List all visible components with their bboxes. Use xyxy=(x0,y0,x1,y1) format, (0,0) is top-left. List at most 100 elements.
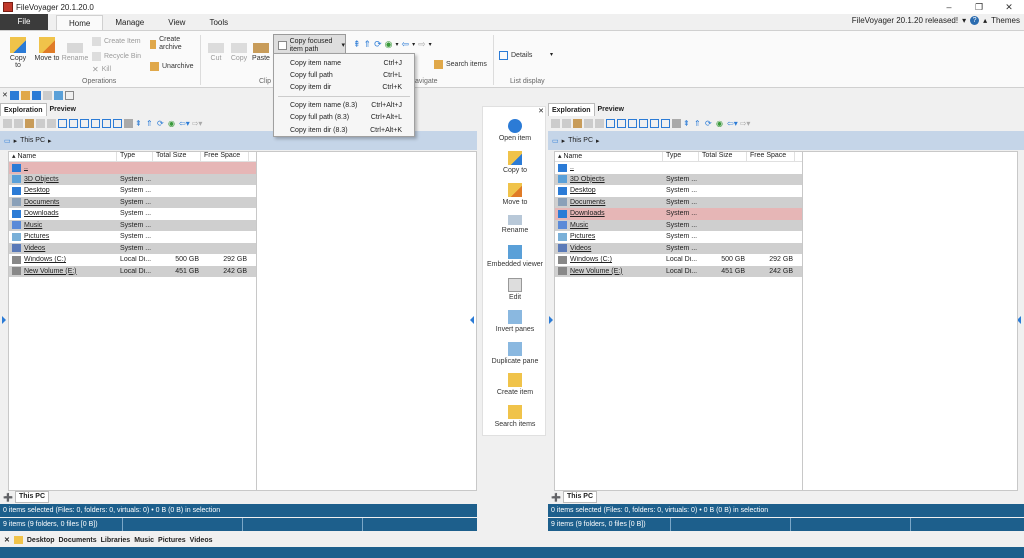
maximize-button[interactable]: ❐ xyxy=(964,0,994,14)
gallery-icon[interactable] xyxy=(53,90,63,100)
menu-copy-item-name-83[interactable]: Copy item name (8.3) Ctrl+Alt+J xyxy=(274,99,414,111)
tab-file[interactable]: File xyxy=(0,14,48,30)
copy-icon[interactable] xyxy=(14,119,23,128)
chevron-down-icon[interactable]: ▾ xyxy=(396,41,399,48)
view-content-icon[interactable] xyxy=(113,119,122,128)
monitor-icon[interactable] xyxy=(31,90,41,100)
menu-copy-full-path-83[interactable]: Copy full path (8.3) Ctrl+Alt+L xyxy=(274,112,414,124)
view-thumbnails-icon[interactable] xyxy=(102,119,111,128)
forward-arrow-icon[interactable]: ⇨▾ xyxy=(192,119,203,128)
view-icons-icon[interactable] xyxy=(639,119,648,128)
column-type[interactable]: Type xyxy=(117,152,153,161)
table-row[interactable]: .. xyxy=(555,162,802,174)
tab-view[interactable]: View xyxy=(156,15,197,30)
copy-to-button[interactable]: Copy to xyxy=(6,37,30,69)
view-details-icon[interactable] xyxy=(617,119,626,128)
right-list-empty-area[interactable] xyxy=(803,151,1018,491)
table-row[interactable]: 3D Objects System ... xyxy=(555,173,802,185)
menu-copy-full-path[interactable]: Copy full path Ctrl+L xyxy=(274,69,414,81)
bookmark-desktop[interactable]: Desktop xyxy=(27,537,55,544)
view-list-icon[interactable] xyxy=(58,119,67,128)
unarchive-button[interactable]: Unarchive xyxy=(150,62,194,71)
chevron-down-icon[interactable]: ▾ xyxy=(962,16,966,25)
table-row[interactable]: Pictures System ... xyxy=(9,231,256,243)
delete-icon[interactable] xyxy=(3,119,12,128)
document-icon[interactable] xyxy=(42,90,52,100)
view-content-icon[interactable] xyxy=(661,119,670,128)
tab-exploration[interactable]: Exploration xyxy=(0,103,47,116)
table-row[interactable]: Windows (C:) Local Di... 500 GB 292 GB xyxy=(555,254,802,266)
forward-arrow-icon[interactable]: ⇨▾ xyxy=(740,119,751,128)
gallery-icon[interactable] xyxy=(672,119,681,128)
column-name[interactable]: ▴ Name xyxy=(9,152,117,161)
go-up-icon[interactable]: ⇑ xyxy=(146,119,155,128)
view-icons-icon[interactable] xyxy=(91,119,100,128)
move-to-button[interactable]: Move to xyxy=(34,37,60,62)
bluetooth-icon[interactable] xyxy=(9,90,19,100)
copy-to-side-button[interactable]: Copy to xyxy=(483,151,547,174)
column-type[interactable]: Type xyxy=(663,152,699,161)
breadcrumb-this-pc[interactable]: This PC xyxy=(568,137,593,144)
bookmark-pictures[interactable]: Pictures xyxy=(158,537,186,544)
page-icon[interactable] xyxy=(64,90,74,100)
close-icon[interactable]: ✕ xyxy=(538,107,544,115)
embedded-viewer-button[interactable]: Embedded viewer xyxy=(483,245,547,268)
invert-panes-button[interactable]: Invert panes xyxy=(483,310,547,333)
column-free-space[interactable]: Free Space xyxy=(201,152,249,161)
add-tab-icon[interactable]: ➕ xyxy=(551,493,561,502)
close-button[interactable]: ✕ xyxy=(994,0,1024,14)
close-icon[interactable]: ✕ xyxy=(4,536,10,544)
table-row[interactable]: .. xyxy=(9,162,256,174)
refresh-icon[interactable]: ⟳ xyxy=(374,39,382,50)
chevron-down-icon[interactable]: ▾ xyxy=(429,41,432,48)
column-name[interactable]: ▴ Name xyxy=(555,152,663,161)
table-row[interactable]: Desktop System ... xyxy=(9,185,256,197)
table-row[interactable]: New Volume (E:) Local Di... 451 GB 242 GB xyxy=(9,265,256,277)
copy-button[interactable]: Copy xyxy=(229,43,249,62)
menu-copy-item-dir-83[interactable]: Copy item dir (8.3) Ctrl+Alt+K xyxy=(274,124,414,136)
expand-left-icon[interactable] xyxy=(2,316,6,324)
minimize-button[interactable]: – xyxy=(934,0,964,14)
back-arrow-icon[interactable]: ⇦▾ xyxy=(727,119,738,128)
tab-manage[interactable]: Manage xyxy=(103,15,156,30)
kill-button[interactable]: ✕ Kill xyxy=(92,65,111,74)
create-item-side-button[interactable]: Create item xyxy=(483,373,547,396)
table-row[interactable]: 3D Objects System ... xyxy=(9,173,256,185)
info-icon[interactable] xyxy=(20,90,30,100)
help-icon[interactable]: ? xyxy=(970,16,980,25)
view-details-icon[interactable] xyxy=(69,119,78,128)
recycle-bin-button[interactable]: Recycle Bin xyxy=(92,52,141,61)
chevron-up-icon[interactable]: ▴ xyxy=(983,16,987,25)
table-row[interactable]: Windows (C:) Local Di... 500 GB 292 GB xyxy=(9,254,256,266)
tab-home[interactable]: Home xyxy=(56,15,104,30)
go-top-icon[interactable]: ⇞ xyxy=(353,39,361,50)
release-notice-link[interactable]: FileVoyager 20.1.20 released! xyxy=(852,16,958,25)
search-items-side-button[interactable]: Search items xyxy=(483,405,547,428)
bookmark-music[interactable]: Music xyxy=(134,537,154,544)
close-icon[interactable] xyxy=(595,119,604,128)
table-row[interactable]: Desktop System ... xyxy=(555,185,802,197)
collapse-left-icon[interactable] xyxy=(470,316,474,324)
create-archive-button[interactable]: Create archive xyxy=(150,36,190,52)
edit-button[interactable]: Edit xyxy=(483,278,547,301)
copy-icon[interactable] xyxy=(562,119,571,128)
menu-copy-item-dir[interactable]: Copy item dir Ctrl+K xyxy=(274,82,414,94)
cut-button[interactable]: Cut xyxy=(206,43,226,62)
refresh-icon[interactable]: ⟳ xyxy=(157,119,166,128)
go-up-icon[interactable]: ⇑ xyxy=(694,119,703,128)
delete-icon[interactable] xyxy=(551,119,560,128)
table-row[interactable]: Downloads System ... xyxy=(555,208,802,220)
tab-this-pc[interactable]: This PC xyxy=(562,491,598,503)
details-view-button[interactable]: Details xyxy=(499,51,532,60)
go-top-icon[interactable]: ⇞ xyxy=(135,119,144,128)
table-row[interactable]: Documents System ... xyxy=(555,196,802,208)
bookmark-documents[interactable]: Documents xyxy=(59,537,97,544)
view-tiles-icon[interactable] xyxy=(80,119,89,128)
network-icon[interactable]: ◉ xyxy=(385,39,393,50)
forward-arrow-icon[interactable]: ⇨ xyxy=(418,39,426,50)
cut-icon[interactable] xyxy=(584,119,593,128)
table-row[interactable]: Music System ... xyxy=(555,219,802,231)
menu-copy-item-name[interactable]: Copy item name Ctrl+J xyxy=(274,57,414,69)
bookmark-videos[interactable]: Videos xyxy=(190,537,213,544)
view-list-icon[interactable] xyxy=(606,119,615,128)
